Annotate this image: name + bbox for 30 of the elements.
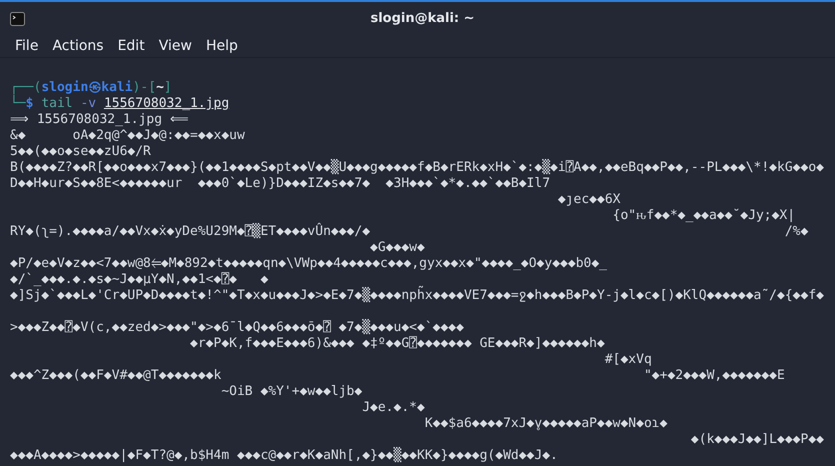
terminal-output-line: ◆ȷec◆◆6X [556,192,622,208]
terminal-output-line: ◆G◆◆◆w◆ [369,240,426,256]
terminal-output-line: B(◆◆◆◆Z?◆◆R[◆◆o◆◆◆x7◆◆◆}(◆◆1◆◆◆◆S◆pt◆◆V◆◆▒U◆◆◆g◆◆◆◆◆f◆B◆rERk◆xH◆`◆:◆▒◆i⍰A◆◆,◆◆eBq◆◆P◆◆,--PL◆◆◆\*!◆kG◆◆o◆ [10,160,825,176]
terminal-output-line: #[◆xVq [604,352,653,368]
terminal-output-line: ⟹ 1556708032_1.jpg ⟸ [10,112,190,128]
terminal-output-line: &◆ oA◆2q@^◆◆J◆@:◆◆=◆◆x◆uw [10,128,246,144]
terminal-output-line: ◆(k◆◆◆J◆◆]L◆◆◆P◆◆ [690,432,825,448]
terminal-output-line: ◆]Sj◆`◆◆◆L◆'Cr◆UP◆D◆◆◆◆t◆!^"◆T◆x◆u◆◆◆J◆>◆E◆7◆▒◆◆◆◆nph̃x◆◆◆◆VE7◆◆◆=ջ◆h◆◆◆B◆P◆Y-j◆l◆c◆[)◆KlQ◆◆◆◆◆◆a˜/◆{◆◆f◆ [10,288,835,304]
terminal-output-line: ◆◆◆^Z◆◆◆(◆◆F◆V#◆◆@T◆◆◆◆◆◆◆k "◆+◆2◆◆◆W,◆◆◆◆◆◆◆E [10,368,786,384]
menu-item[interactable]: Help [198,38,245,54]
terminal-output-line: D◆◆H◆ur◆S◆◆8E<◆◆◆◆◆◆ur ◆◆◆0`◆Le)}D◆◆◆IZ◆s◆◆7◆ ◆3H◆◆◆`◆*◆.◆◆`◆◆B◆Il7 [10,176,552,192]
terminal-output-line: ◆r◆P◆K,f◆◆◆E◆◆◆6)&◆◆◆ ◆‡º◆◆G⍰◆◆◆◆◆◆◆ GE◆◆◆R◆]◆◆◆◆◆◆h◆ [189,336,606,352]
terminal-output-line: J◆e.◆.*◆ [361,400,426,416]
terminal-output-line: ◆◆◆A◆◆◆◆>◆◆◆◆◆|◆F◆T?@◆,b$H4m ◆◆◆c@◆◆r◆K◆aNh[,◆}◆◆▒◆◆KK◆}◆◆◆◆g(◆Wd◆◆J◆. [10,448,559,464]
terminal-output-line: ◆/`_◆◆◆.◆.◆s◆~J◆◆µY◆N,◆◆1<◆⍰◆ ◆ [10,272,268,287]
terminal-output-line: ◆P/◆e◆V◆z◆◆<7◆◆w@8⥢◆M◆892◆t◆◆◆◆◆qn◆\VWp◆◆4◆◆◆◆◆c◆◆◆,gyx◆◆x◆"◆◆◆◆_◆O◆y◆◆◆b0◆_ [10,256,608,272]
terminal-output-line: K◆◆$a6◆◆◆◆7xJ◆v̥◆◆◆◆◆aP◆◆w◆N◆oɿ◆ [424,416,668,432]
menu-item[interactable]: Actions [45,38,111,54]
menu-item[interactable]: File [8,38,46,54]
terminal-output-line: RY◆(ʅ=).◆◆◆◆a/◆◆Vx◆ẋ◆yDe%U29M◆⍰▒ET◆◆◆◆vÛn◆◆◆/◆ /%◆ [10,224,810,240]
prompt-line: ┌──(slogin㉿kali)-[~] [10,80,173,95]
terminal-icon [10,12,25,26]
terminal-output-line: ~OiB ◆%Y'+◆w◆◆ljb◆ [220,384,364,400]
window-title: slogin@kali: ~ [370,11,475,26]
menu-item[interactable]: Edit [110,38,152,54]
terminal-output-line: {o"ԋf◆◆*◆_◆◆a◆◆˘◆Jy;◆X| [612,208,796,224]
terminal-output-line: 5◆◆(◆◆o◆se◆◆zU6◆/R [10,144,152,159]
command-line: └─$ tail -v 1556708032_1.jpg [10,96,230,112]
menu-item[interactable]: View [152,38,199,54]
terminal-output-line: >◆◆◆Z◆◆⍰◆V(c,◆◆zed◆>◆◆◆"◆>◆6¯l◆Q◆◆6◆◆◆ō◆⍰ ◆7◆▒◆◆◆u◆<◆`◆◆◆◆ [10,320,465,336]
